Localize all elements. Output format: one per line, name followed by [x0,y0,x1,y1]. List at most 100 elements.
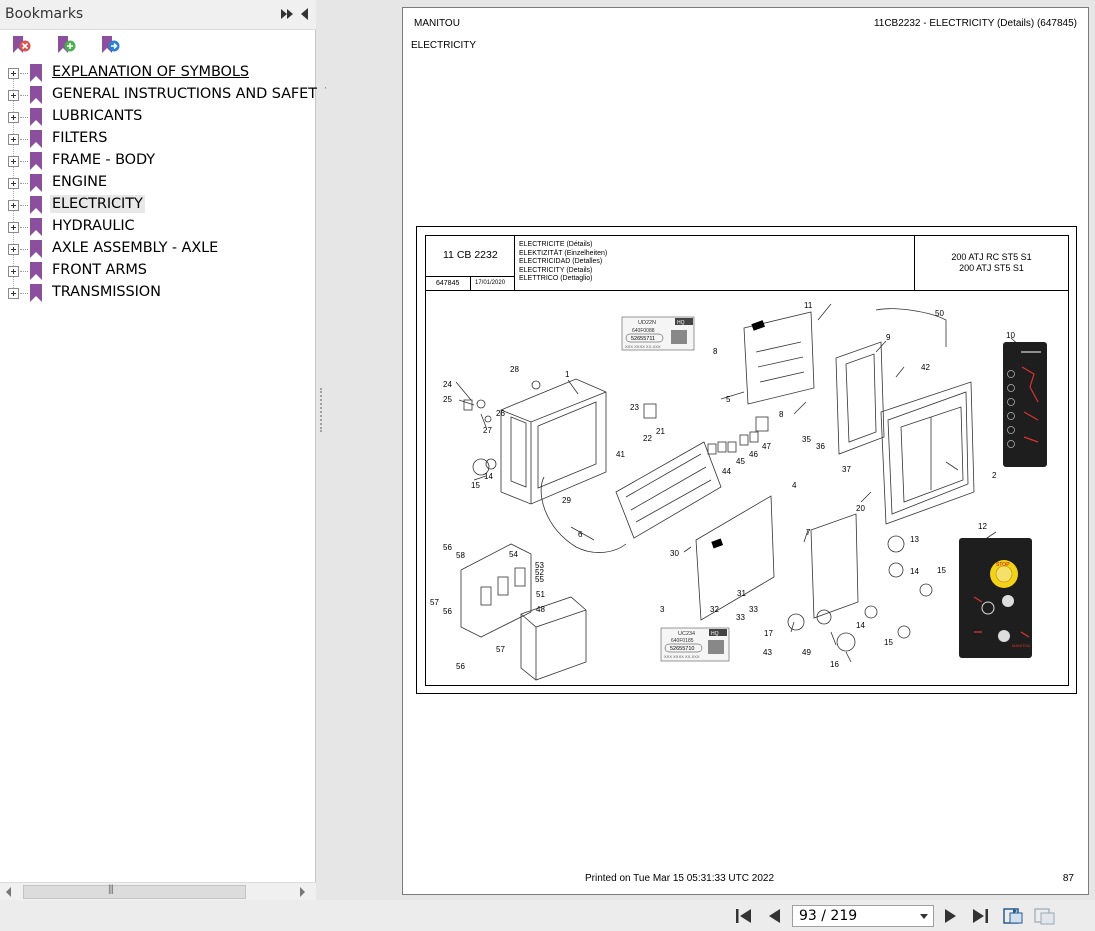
svg-text:640F0088: 640F0088 [632,328,655,334]
tree-connector [20,205,28,206]
bookmark-label[interactable]: FILTERS [50,129,109,147]
bookmark-label[interactable]: FRAME - BODY [50,151,157,169]
bookmark-label[interactable]: ENGINE [50,173,109,191]
fit-width-icon[interactable] [1034,907,1056,925]
expand-plus-icon[interactable] [8,112,19,123]
bookmark-item[interactable]: HYDRAULIC [0,216,316,238]
bookmarks-horizontal-scrollbar[interactable]: ||| [0,882,316,900]
bookmark-label[interactable]: EXPLANATION OF SYMBOLS [50,63,251,81]
chevron-down-icon[interactable] [920,914,928,919]
svg-text:43: 43 [763,648,772,657]
svg-text:52655711: 52655711 [631,336,655,342]
svg-text:10: 10 [1006,331,1015,340]
bookmark-add-icon[interactable] [55,35,77,55]
pdf-viewer-window: Bookmarks EXPLANATION OF SYMBOLS GENERAL … [0,0,1095,931]
fit-page-icon[interactable] [1003,907,1025,925]
svg-text:15: 15 [937,566,946,575]
previous-page-icon[interactable] [765,907,785,925]
first-page-icon[interactable] [734,907,754,925]
svg-text:44: 44 [722,467,731,476]
bookmarks-panel: Bookmarks EXPLANATION OF SYMBOLS GENERAL … [0,0,326,900]
bookmark-delete-icon[interactable] [10,35,32,55]
expand-plus-icon[interactable] [8,178,19,189]
bookmark-item[interactable]: TRANSMISSION [0,282,316,304]
bookmarks-header: Bookmarks [0,0,316,30]
expand-plus-icon[interactable] [8,134,19,145]
svg-text:36: 36 [816,442,825,451]
svg-text:14: 14 [484,472,493,481]
drawing-ref: 647845 [436,280,460,287]
panel-splitter[interactable] [317,0,325,900]
svg-text:13: 13 [910,535,919,544]
svg-text:50: 50 [935,309,944,318]
bookmark-item[interactable]: GENERAL INSTRUCTIONS AND SAFETY [0,84,326,106]
expand-plus-icon[interactable] [8,244,19,255]
emergency-stop-panel-12: STOP MANITOU [959,538,1032,658]
scroll-left-icon[interactable] [6,887,11,897]
svg-text:56: 56 [443,543,452,552]
svg-text:7: 7 [806,528,811,537]
svg-text:31: 31 [737,589,746,598]
svg-text:56: 56 [456,662,465,671]
svg-text:58: 58 [456,551,465,560]
next-page-icon[interactable] [940,907,960,925]
expand-plus-icon[interactable] [8,90,19,101]
scrollbar-grip-icon: ||| [108,884,114,895]
model-1: 200 ATJ RC ST5 S1 [951,252,1032,262]
collapse-panel-icon[interactable] [298,6,310,22]
bookmark-item[interactable]: FILTERS [0,128,316,150]
bookmark-label[interactable]: FRONT ARMS [50,261,149,279]
exploded-view: UD22N HQ 640F0088 52655711 XXX XXXX XX-X… [430,301,1047,681]
svg-text:47: 47 [762,442,771,451]
svg-text:UC234: UC234 [678,631,695,637]
page-selector-value: 93 / 219 [799,908,858,924]
expand-plus-icon[interactable] [8,266,19,277]
tree-connector [20,183,28,184]
bookmark-item[interactable]: ENGINE [0,172,316,194]
svg-text:1: 1 [565,370,570,379]
bookmark-icon [30,218,42,236]
svg-text:33: 33 [749,605,758,614]
bookmark-item[interactable]: FRAME - BODY [0,150,316,172]
name-en: ELECTRICITY (Details) [519,266,593,274]
bookmark-item[interactable]: FRONT ARMS [0,260,316,282]
bookmark-icon [30,152,42,170]
svg-text:HQ: HQ [677,320,685,326]
control-panel-10 [1003,342,1047,467]
expand-plus-icon[interactable] [8,200,19,211]
bookmark-item[interactable]: ELECTRICITY [0,194,316,216]
scrollbar-thumb[interactable] [23,885,246,899]
svg-text:22: 22 [643,434,652,443]
tree-connector [20,161,28,162]
tree-connector [20,139,28,140]
bookmark-item[interactable]: AXLE ASSEMBLY - AXLE [0,238,316,260]
tree-connector [20,95,28,96]
bookmark-item[interactable]: LUBRICANTS [0,106,316,128]
splitter-grip-icon [320,388,322,432]
expand-panel-icon[interactable] [279,6,295,22]
expand-plus-icon[interactable] [8,68,19,79]
expand-plus-icon[interactable] [8,156,19,167]
bookmark-label[interactable]: AXLE ASSEMBLY - AXLE [50,239,220,257]
name-de: ELEKTIZITÄT (Einzelheiten) [519,249,608,257]
svg-text:HQ: HQ [711,631,719,637]
bookmark-label[interactable]: GENERAL INSTRUCTIONS AND SAFETY [50,85,328,103]
bookmark-go-icon[interactable] [99,35,121,55]
tree-connector [20,117,28,118]
bookmark-label[interactable]: LUBRICANTS [50,107,144,125]
svg-text:16: 16 [830,660,839,669]
last-page-icon[interactable] [970,907,990,925]
bookmark-tree: EXPLANATION OF SYMBOLS GENERAL INSTRUCTIO… [0,62,326,304]
expand-plus-icon[interactable] [8,288,19,299]
svg-text:27: 27 [483,426,492,435]
svg-text:42: 42 [921,363,930,372]
bookmark-item[interactable]: EXPLANATION OF SYMBOLS [0,62,316,84]
svg-text:12: 12 [978,522,987,531]
scroll-right-icon[interactable] [300,887,305,897]
bookmark-label[interactable]: TRANSMISSION [50,283,163,301]
bookmark-label[interactable]: ELECTRICITY [50,195,145,213]
page-selector[interactable]: 93 / 219 [792,905,934,927]
svg-text:9: 9 [886,333,891,342]
expand-plus-icon[interactable] [8,222,19,233]
bookmark-label[interactable]: HYDRAULIC [50,217,137,235]
